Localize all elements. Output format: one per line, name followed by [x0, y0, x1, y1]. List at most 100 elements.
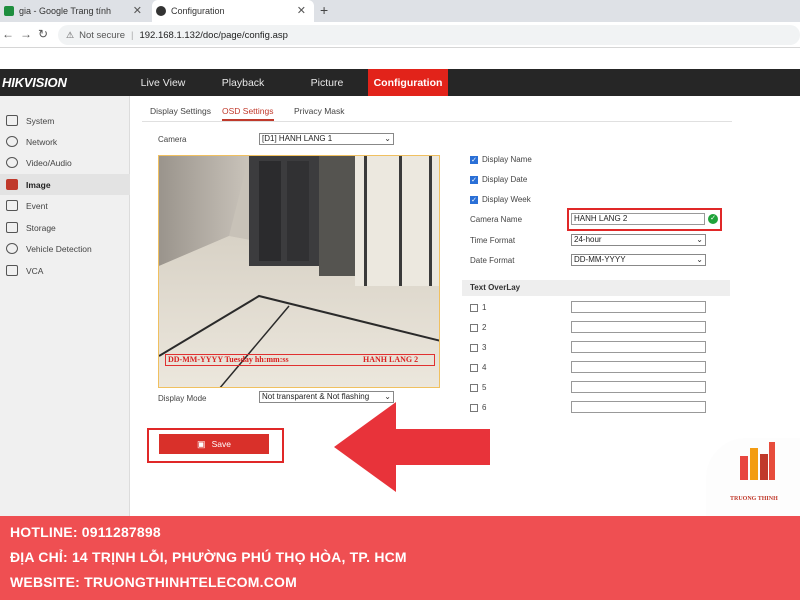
browser-tab-sheets[interactable]: gia - Google Trang tính ✕: [0, 0, 150, 22]
highlight-box-save: [147, 428, 284, 463]
storage-icon: [6, 222, 18, 233]
browser-address-bar: ← → ↻ ⚠ Not secure | 192.168.1.132/doc/p…: [0, 22, 800, 48]
left-arrow-icon: [334, 402, 490, 492]
tab-title: Configuration: [171, 6, 225, 16]
sidebar-item-system[interactable]: System: [0, 110, 130, 131]
reload-icon[interactable]: ↻: [38, 27, 48, 41]
video-preview[interactable]: DD-MM-YYYY Tuesday hh:mm:ss HANH LANG 2: [158, 155, 440, 388]
video-audio-icon: [6, 157, 18, 168]
time-format-label: Time Format: [470, 236, 516, 245]
nav-configuration[interactable]: Configuration: [368, 69, 448, 96]
sidebar-item-label: System: [26, 115, 55, 126]
overlay-text-input[interactable]: [571, 381, 706, 393]
chevron-down-icon: ⌄: [384, 134, 391, 143]
sidebar-item-vehicle-detection[interactable]: Vehicle Detection: [0, 238, 130, 259]
forward-icon[interactable]: →: [20, 27, 32, 41]
overlay-number: 5: [482, 383, 487, 392]
browser-tab-configuration[interactable]: Configuration ✕: [152, 0, 314, 22]
overlay-number: 3: [482, 343, 487, 352]
chevron-down-icon: ⌄: [696, 255, 703, 264]
close-icon[interactable]: ✕: [133, 4, 142, 17]
camera-label: Camera: [158, 135, 187, 144]
truong-thinh-logo-icon: [740, 442, 775, 480]
display-mode-value: Not transparent & Not flashing: [262, 392, 370, 401]
display-name-checkbox[interactable]: ✓: [470, 156, 478, 164]
overlay-text-input[interactable]: [571, 361, 706, 373]
camera-favicon-icon: [156, 6, 166, 16]
sidebar-item-image[interactable]: Image: [0, 174, 130, 195]
sidebar-item-label: Vehicle Detection: [26, 243, 92, 254]
display-week-checkbox[interactable]: ✓: [470, 196, 478, 204]
divider: |: [131, 29, 134, 41]
brand-name: TRUONG THINH: [730, 496, 778, 502]
date-format-select[interactable]: DD-MM-YYYY ⌄: [571, 254, 706, 266]
display-week-label: Display Week: [482, 195, 531, 204]
url-text: 192.168.1.132/doc/page/config.asp: [139, 29, 288, 41]
vehicle-icon: [6, 243, 18, 254]
overlay-checkbox[interactable]: [470, 364, 478, 372]
back-icon[interactable]: ←: [2, 27, 14, 41]
footer-website: WEBSITE: TRUONGTHINHTELECOM.COM: [10, 574, 297, 590]
overlay-checkbox[interactable]: [470, 384, 478, 392]
sidebar-item-network[interactable]: Network: [0, 131, 130, 152]
sidebar-item-label: Image: [26, 179, 51, 190]
display-date-checkbox[interactable]: ✓: [470, 176, 478, 184]
app-header: HIKVISION Live View Playback Picture Con…: [0, 69, 800, 96]
footer-banner: HOTLINE: 0911287898 ĐỊA CHỈ: 14 TRỊNH LỖ…: [0, 516, 800, 600]
sidebar-item-label: Video/Audio: [26, 157, 72, 168]
osd-camera-name-text: HANH LANG 2: [363, 355, 419, 364]
tab-divider: [142, 121, 732, 122]
image-icon: [6, 179, 18, 190]
highlight-box-camera-name: [567, 208, 722, 231]
osd-date-text: DD-MM-YYYY Tuesday hh:mm:ss: [168, 355, 289, 364]
overlay-checkbox[interactable]: [470, 304, 478, 312]
nav-live-view[interactable]: Live View: [130, 69, 196, 96]
nav-picture[interactable]: Picture: [294, 69, 360, 96]
sidebar: System Network Video/Audio Image Event S…: [0, 96, 130, 516]
sidebar-item-label: Storage: [26, 222, 56, 233]
text-overlay-header: Text OverLay: [462, 280, 730, 296]
tab-osd-settings[interactable]: OSD Settings: [222, 106, 274, 121]
nav-playback[interactable]: Playback: [210, 69, 276, 96]
footer-address: ĐỊA CHỈ: 14 TRỊNH LỖI, PHƯỜNG PHÚ THỌ HÒ…: [10, 549, 407, 565]
tab-display-settings[interactable]: Display Settings: [150, 106, 211, 119]
tab-privacy-mask[interactable]: Privacy Mask: [294, 106, 345, 119]
display-date-label: Display Date: [482, 175, 528, 184]
sidebar-item-label: Event: [26, 200, 48, 211]
close-icon[interactable]: ✕: [297, 4, 306, 17]
date-format-value: DD-MM-YYYY: [574, 255, 626, 264]
chevron-down-icon: ⌄: [696, 235, 703, 244]
overlay-text-input[interactable]: [571, 301, 706, 313]
screenshot-root: gia - Google Trang tính ✕ Configuration …: [0, 0, 800, 600]
browser-tabbar: gia - Google Trang tính ✕ Configuration …: [0, 0, 800, 22]
monitor-icon: [6, 115, 18, 126]
overlay-checkbox[interactable]: [470, 324, 478, 332]
page-top-gap: [0, 48, 800, 69]
overlay-number: 2: [482, 323, 487, 332]
time-format-select[interactable]: 24-hour ⌄: [571, 234, 706, 246]
overlay-checkbox[interactable]: [470, 344, 478, 352]
camera-select[interactable]: [D1] HANH LANG 1 ⌄: [259, 133, 394, 145]
overlay-text-input[interactable]: [571, 401, 706, 413]
new-tab-icon[interactable]: +: [320, 2, 328, 18]
sidebar-item-label: VCA: [26, 265, 44, 276]
hikvision-logo: HIKVISION: [2, 75, 67, 90]
overlay-text-input[interactable]: [571, 321, 706, 333]
event-icon: [6, 200, 18, 211]
not-secure-label: Not secure: [79, 29, 126, 41]
time-format-value: 24-hour: [574, 235, 602, 244]
sidebar-item-video-audio[interactable]: Video/Audio: [0, 152, 130, 173]
chevron-down-icon: ⌄: [384, 392, 391, 401]
sidebar-item-storage[interactable]: Storage: [0, 217, 130, 238]
display-mode-label: Display Mode: [158, 394, 207, 403]
overlay-text-input[interactable]: [571, 341, 706, 353]
vca-icon: [6, 265, 18, 276]
tab-title: gia - Google Trang tính: [19, 6, 112, 16]
overlay-number: 4: [482, 363, 487, 372]
camera-name-label: Camera Name: [470, 215, 523, 224]
sidebar-item-vca[interactable]: VCA: [0, 260, 130, 281]
display-name-label: Display Name: [482, 155, 532, 164]
sidebar-item-event[interactable]: Event: [0, 195, 130, 216]
warning-icon: ⚠: [66, 29, 75, 40]
url-field[interactable]: ⚠ Not secure | 192.168.1.132/doc/page/co…: [58, 25, 800, 45]
